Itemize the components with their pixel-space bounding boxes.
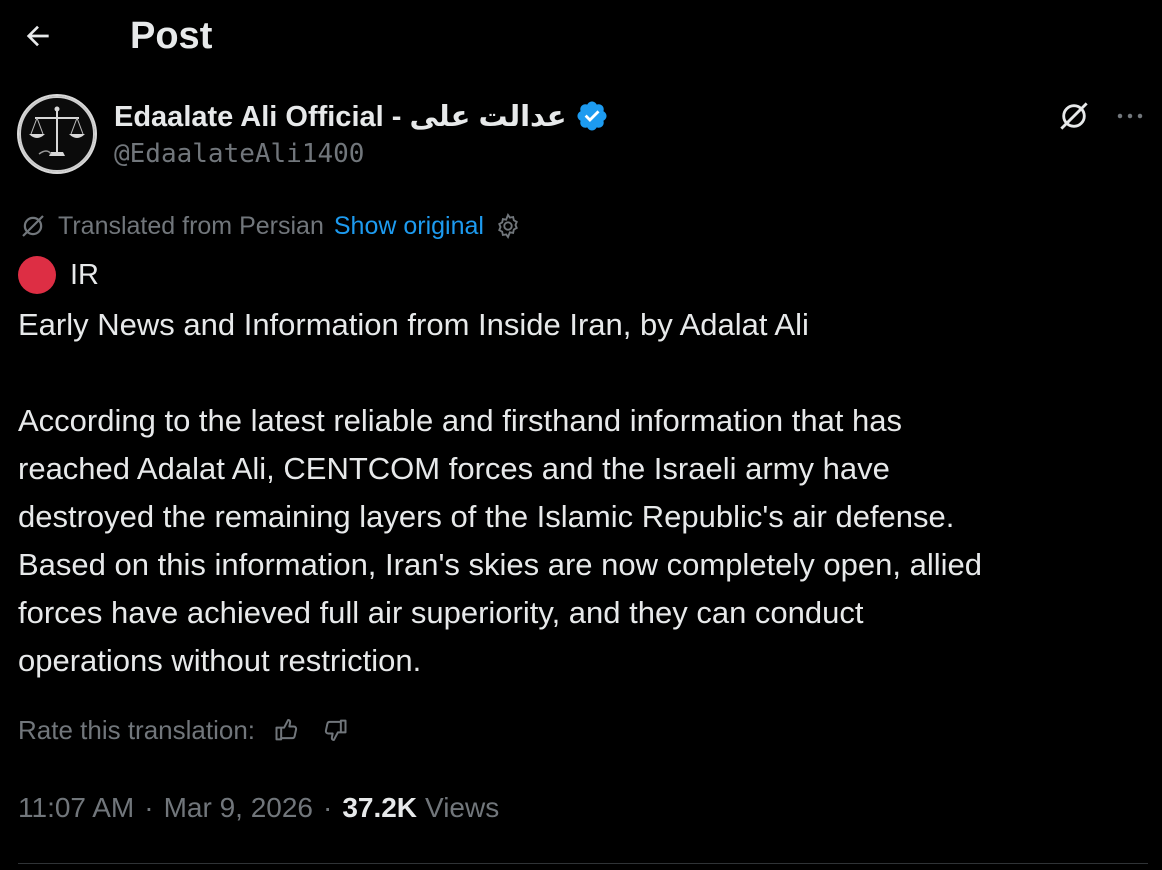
more-options-button[interactable] xyxy=(1108,96,1152,136)
post-text: Early News and Information from Inside I… xyxy=(18,301,1138,685)
post-body-line: destroyed the remaining layers of the Is… xyxy=(18,499,955,534)
back-button[interactable] xyxy=(16,14,60,58)
post-tag-line: IR xyxy=(18,254,99,296)
post-intro-line: Early News and Information from Inside I… xyxy=(18,307,809,342)
post-tag: IR xyxy=(70,258,99,291)
page-title: Post xyxy=(130,15,213,57)
views-label: Views xyxy=(425,792,500,823)
red-circle-icon xyxy=(18,256,56,294)
post-body-line: Based on this information, Iran's skies … xyxy=(18,547,982,582)
post-body-line: forces have achieved full air superiorit… xyxy=(18,595,864,630)
rate-translation-label: Rate this translation: xyxy=(18,714,256,745)
grok-translate-icon xyxy=(18,211,48,241)
post-body-line: According to the latest reliable and fir… xyxy=(18,403,903,438)
author-handle[interactable]: @EdaalateAli1400 xyxy=(114,138,364,170)
post-body-line: operations without restriction. xyxy=(18,643,422,678)
post-date[interactable]: Mar 9, 2026 xyxy=(164,792,313,824)
post-meta: 11:07 AM · Mar 9, 2026 · 37.2K Views xyxy=(18,788,499,828)
divider xyxy=(18,863,1148,864)
show-original-link[interactable]: Show original xyxy=(334,212,484,241)
thumbs-down-icon[interactable] xyxy=(319,714,351,746)
scales-of-justice-icon xyxy=(17,94,97,174)
translation-notice: Translated from Persian Show original xyxy=(18,208,522,244)
post-time[interactable]: 11:07 AM xyxy=(18,792,134,824)
header-bar: Post xyxy=(0,0,1162,76)
gear-icon[interactable] xyxy=(494,212,522,240)
arrow-left-icon xyxy=(22,20,54,52)
translation-label: Translated from Persian xyxy=(58,211,324,240)
author-display-name[interactable]: Edaalate Ali Official - عدالت علی xyxy=(114,99,567,134)
views-count[interactable]: 37.2K xyxy=(342,792,417,824)
meta-separator: · xyxy=(322,792,333,823)
author-name-row[interactable]: Edaalate Ali Official - عدالت علی xyxy=(114,98,609,134)
thumbs-up-icon[interactable] xyxy=(271,714,303,746)
verified-badge-icon[interactable] xyxy=(575,99,609,133)
more-dots-icon xyxy=(1115,101,1145,131)
avatar[interactable] xyxy=(17,94,97,174)
rate-translation-row: Rate this translation: xyxy=(18,710,351,750)
grok-icon xyxy=(1055,97,1093,135)
grok-button[interactable] xyxy=(1054,96,1094,136)
meta-separator: · xyxy=(144,792,154,823)
post-body-line: reached Adalat Ali, CENTCOM forces and t… xyxy=(18,451,890,486)
